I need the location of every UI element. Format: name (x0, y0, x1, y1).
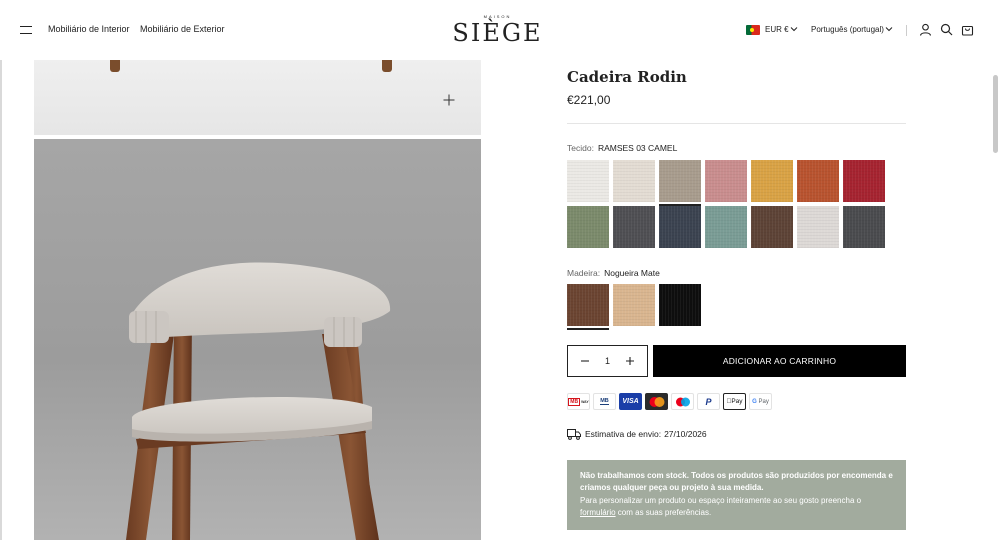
language-selector[interactable]: Português (portugal) (811, 25, 884, 34)
currency-selector[interactable]: EUR € (765, 25, 789, 34)
custom-order-notice: Não trabalhamos com stock. Todos os prod… (567, 460, 906, 530)
quantity-stepper: 1 (567, 345, 648, 377)
chair-leg-detail (382, 60, 392, 72)
chevron-down-icon[interactable] (885, 25, 893, 33)
wood-swatch[interactable] (567, 284, 609, 330)
fabric-swatch[interactable] (843, 206, 885, 248)
shipping-date: 27/10/2026 (664, 429, 707, 439)
chair-illustration (126, 262, 391, 540)
fabric-swatch-grid (567, 160, 897, 248)
paypal-icon: P (697, 393, 720, 410)
fabric-option-label: Tecido: RAMSES 03 CAMEL (567, 143, 677, 153)
apple-pay-icon: Pay (723, 393, 746, 410)
nav-link-exterior[interactable]: Mobiliário de Exterior (140, 24, 225, 34)
product-price: €221,00 (567, 93, 611, 107)
wood-selected-value: Nogueira Mate (604, 268, 660, 278)
site-header: Mobiliário de Interior Mobiliário de Ext… (0, 0, 1000, 60)
multibanco-icon: MB (593, 393, 616, 410)
maestro-icon (671, 393, 694, 410)
search-icon[interactable] (940, 23, 953, 36)
wood-swatch-row (567, 284, 701, 330)
wood-label: Madeira: (567, 268, 601, 278)
notice-text: Para personalizar um produto ou espaço i… (580, 495, 893, 520)
fabric-swatch[interactable] (751, 206, 793, 248)
header-divider (906, 25, 907, 36)
nav-link-interior[interactable]: Mobiliário de Interior (48, 24, 130, 34)
visa-icon: VISA (619, 393, 642, 410)
portugal-flag-icon[interactable] (746, 25, 760, 35)
fabric-swatch[interactable] (751, 160, 793, 202)
fabric-label: Tecido: (567, 143, 594, 153)
fabric-swatch[interactable] (843, 160, 885, 202)
fabric-swatch[interactable] (567, 206, 609, 248)
wood-swatch[interactable] (613, 284, 655, 326)
minus-icon[interactable] (580, 356, 590, 366)
fabric-swatch[interactable] (613, 160, 655, 202)
quantity-value[interactable]: 1 (605, 356, 610, 366)
fabric-swatch[interactable] (659, 206, 701, 248)
notice-text-before-link: Para personalizar um produto ou espaço i… (580, 495, 862, 505)
hamburger-icon[interactable] (20, 26, 32, 34)
wood-swatch[interactable] (659, 284, 701, 326)
product-title: Cadeira Rodin (567, 68, 687, 86)
notice-bold-text: Não trabalhamos com stock. Todos os prod… (580, 471, 893, 493)
shipping-label: Estimativa de envio: (585, 429, 662, 439)
cart-icon[interactable] (961, 23, 974, 36)
mastercard-icon (645, 393, 668, 410)
wood-option-label: Madeira: Nogueira Mate (567, 268, 660, 278)
truck-icon (567, 429, 581, 440)
logo-main-text: SIÈGE (452, 19, 543, 47)
divider (567, 123, 906, 124)
page-scrollbar[interactable] (993, 75, 998, 153)
account-icon[interactable] (919, 23, 932, 36)
notice-text-after-link: com as suas preferências. (615, 508, 712, 518)
form-link[interactable]: formulário (580, 508, 616, 517)
fabric-selected-value: RAMSES 03 CAMEL (597, 143, 678, 153)
fabric-swatch[interactable] (567, 160, 609, 202)
fabric-swatch[interactable] (659, 160, 701, 206)
product-image-main[interactable] (34, 139, 481, 540)
zoom-plus-icon[interactable] (443, 94, 455, 106)
google-pay-icon: G Pay (749, 393, 772, 410)
fabric-swatch[interactable] (613, 206, 655, 248)
mbway-icon: MB WAY (567, 393, 590, 410)
plus-icon[interactable] (625, 356, 635, 366)
brand-logo[interactable]: MAISON SIÈGE (450, 14, 545, 48)
fabric-swatch[interactable] (797, 206, 839, 248)
window-edge (0, 0, 2, 540)
add-to-cart-button[interactable]: ADICIONAR AO CARRINHO (653, 345, 906, 377)
fabric-swatch[interactable] (797, 160, 839, 202)
product-image-top[interactable] (34, 60, 481, 135)
chevron-down-icon[interactable] (790, 25, 798, 33)
fabric-swatch[interactable] (705, 206, 747, 248)
payment-methods: MBWAY MB VISA P Pay G Pay (567, 393, 772, 410)
fabric-swatch[interactable] (705, 160, 747, 202)
shipping-estimate: Estimativa de envio: 27/10/2026 (585, 429, 707, 439)
chair-leg-detail (110, 60, 120, 72)
